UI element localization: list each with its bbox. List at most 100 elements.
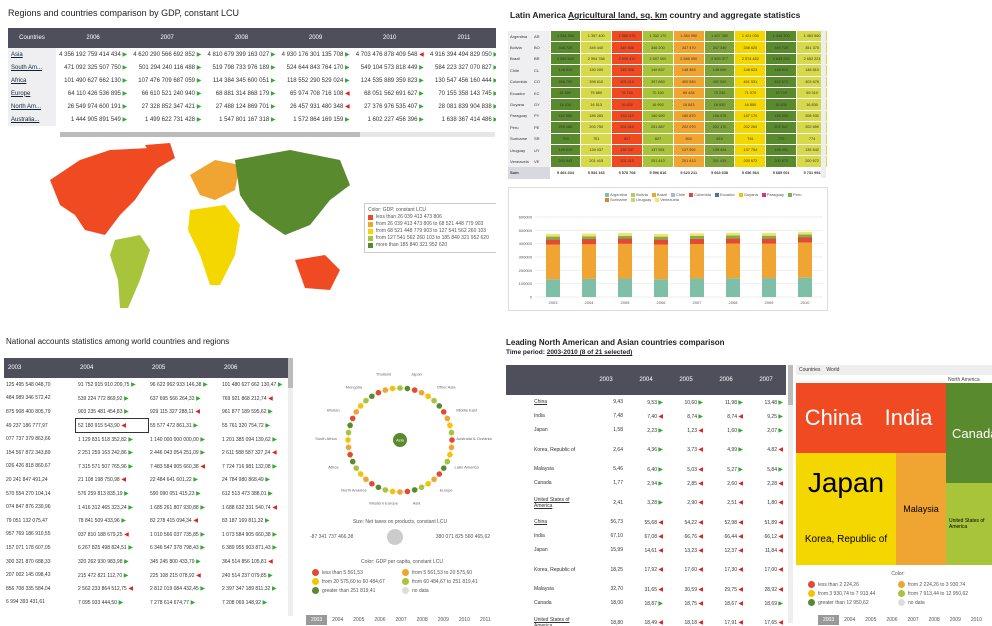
country-label[interactable]: Argentina [508,30,534,42]
row-label[interactable]: Africa [8,74,56,87]
country-label[interactable]: Chile [508,64,534,77]
down-arrow-icon: ◀ [698,519,703,526]
timeline[interactable]: 2003 2004 2005 2006 2007 2008 2009 2010 [818,615,987,625]
vertical-scrollbar[interactable] [821,30,826,178]
year-header[interactable]: 2009 [278,28,353,48]
treemap-cell-japan[interactable]: Japan [796,453,896,513]
timeline-year[interactable]: 2010 [966,615,987,625]
timeline[interactable]: 2003 2004 2005 2006 2007 2008 2009 2010 2011 [306,615,496,625]
country-label[interactable]: Ecuador [508,87,534,99]
country-label[interactable]: Peru [508,121,534,134]
data-cell: 215 472 821 112,70 ▶ [78,572,129,579]
country-label[interactable]: Malaysia [506,582,586,596]
data-cell: 13,23 ◀ [684,547,703,554]
country-label[interactable]: Canada [506,476,586,490]
country-label[interactable]: Korea, Republic of [506,437,586,462]
treemap-cell-usa[interactable]: United States of America [946,483,992,565]
country-bubble [357,403,364,409]
data-cell: 66,44 ◀ [724,533,743,540]
vertical-scrollbar[interactable] [788,365,793,623]
treemap-cell-india[interactable]: India [871,383,946,453]
year-header[interactable]: 2007 [746,365,786,395]
country-label[interactable]: Paraguay [508,110,534,122]
year-header[interactable]: 2007 [130,28,205,48]
country-label[interactable]: Uruguay [508,144,534,156]
year-header[interactable]: 2006 [706,365,746,395]
country-bubble [447,451,453,458]
timeline-year[interactable]: 2008 [924,615,945,625]
row-label[interactable]: Europe [8,87,56,100]
timeline-year[interactable]: 2004 [839,615,860,625]
year-header[interactable]: 2006 [56,28,131,48]
timeline-year[interactable]: 2007 [391,615,412,625]
country-label[interactable]: India [506,529,586,543]
year-header[interactable]: 2005 [666,365,706,395]
up-arrow-icon: ▶ [738,447,743,453]
row-label[interactable]: North Am... [8,100,56,113]
world-map[interactable] [40,140,360,310]
treemap-cell-china[interactable]: China [796,383,871,453]
year-header[interactable]: 2008 [204,28,279,48]
country-label[interactable]: Bolivia [508,41,534,54]
timeline-year[interactable]: 2006 [881,615,902,625]
country-label[interactable]: China [506,395,586,409]
country-label[interactable]: Sum [508,167,534,179]
timeline-year[interactable]: 2003 [306,615,328,625]
country-label[interactable]: Malaysia [506,462,586,476]
treemap-cell-korea[interactable]: Korea, Republic of [796,513,896,565]
year-header[interactable]: 2005 [148,358,220,378]
year-header[interactable]: 2003 [4,358,76,378]
breadcrumb-countries[interactable]: Countries [799,367,820,373]
year-header[interactable]: 2004 [76,358,148,378]
data-cell: 240 514 237 079,85 ▶ [222,572,273,579]
country-label[interactable]: United States of America [506,490,586,515]
table-row: Japan 1,58 2,23 ▶ 1,23 ◀ 1,60 ▶ 2,07 ▶ [506,423,786,437]
country-label[interactable]: Japan [506,543,586,557]
chart-container: Argentina Bolivia Brazil Chile Colombia Ecuad… [508,187,828,311]
table-row: 154 567 872 343,89 2 251 259 163 242,86 ▶… [4,446,292,460]
year-header[interactable]: 2010 [352,28,427,48]
data-cell: 2,85 ◀ [687,480,703,487]
timeline-year[interactable]: 2006 [369,615,390,625]
timeline-year[interactable]: 2009 [945,615,966,625]
timeline-year[interactable]: 2008 [412,615,433,625]
country-label[interactable]: Colombia [508,76,534,88]
timeline-year[interactable]: 2005 [348,615,369,625]
timeline-year[interactable]: 2010 [454,615,475,625]
row-label[interactable]: Asia [8,48,56,61]
country-label[interactable]: Canada [506,596,586,610]
treemap[interactable]: Countries World China India Japan Malays… [796,365,992,570]
year-header[interactable]: 2006 [220,358,292,378]
stacked-bar-chart[interactable]: 600000 500000 400000 300000 200000 100000 0 200… [509,202,827,310]
year-header[interactable]: 2003 [586,365,626,395]
horizontal-scrollbar[interactable] [60,132,495,137]
treemap-cell-canada[interactable]: Canada [946,383,992,483]
timeline-year[interactable]: 2004 [327,615,348,625]
country-label[interactable]: Guyana [508,98,534,111]
bubble-ring-chart[interactable]: Australia & Oceania Latin America Europe As… [300,360,496,530]
timeline-year[interactable]: 2007 [903,615,924,625]
measure-link[interactable]: Agricultural land, sq. km [568,10,667,20]
country-label[interactable]: China [506,515,586,529]
country-label[interactable]: Japan [506,423,586,437]
timeline-year[interactable]: 2009 [433,615,454,625]
row-label[interactable]: South Am... [8,61,56,74]
country-label[interactable]: Suriname [508,133,534,145]
country-label[interactable]: Brazil [508,53,534,65]
timeline-year[interactable]: 2011 [475,615,496,625]
breadcrumb-world[interactable]: World [826,367,839,373]
row-label[interactable]: Australia... [8,113,56,126]
row-header[interactable]: Countries [8,28,56,48]
country-label[interactable]: India [506,409,586,423]
vertical-scrollbar[interactable] [288,358,293,616]
timeline-year[interactable]: 2005 [860,615,881,625]
timeline-year[interactable]: 2003 [818,615,840,625]
country-label[interactable]: Korea, Republic of [506,557,586,582]
year-header[interactable]: 2011 [426,28,496,48]
country-label[interactable]: Venezuela [508,155,534,168]
year-header[interactable]: 2004 [626,365,666,395]
treemap-cell-malaysia[interactable]: Malaysia [896,453,946,565]
period-link[interactable]: 2003-2010 (8 of 21 selected) [547,349,633,356]
country-label[interactable]: United States of America [506,610,586,626]
down-arrow-icon: ◀ [658,620,663,626]
